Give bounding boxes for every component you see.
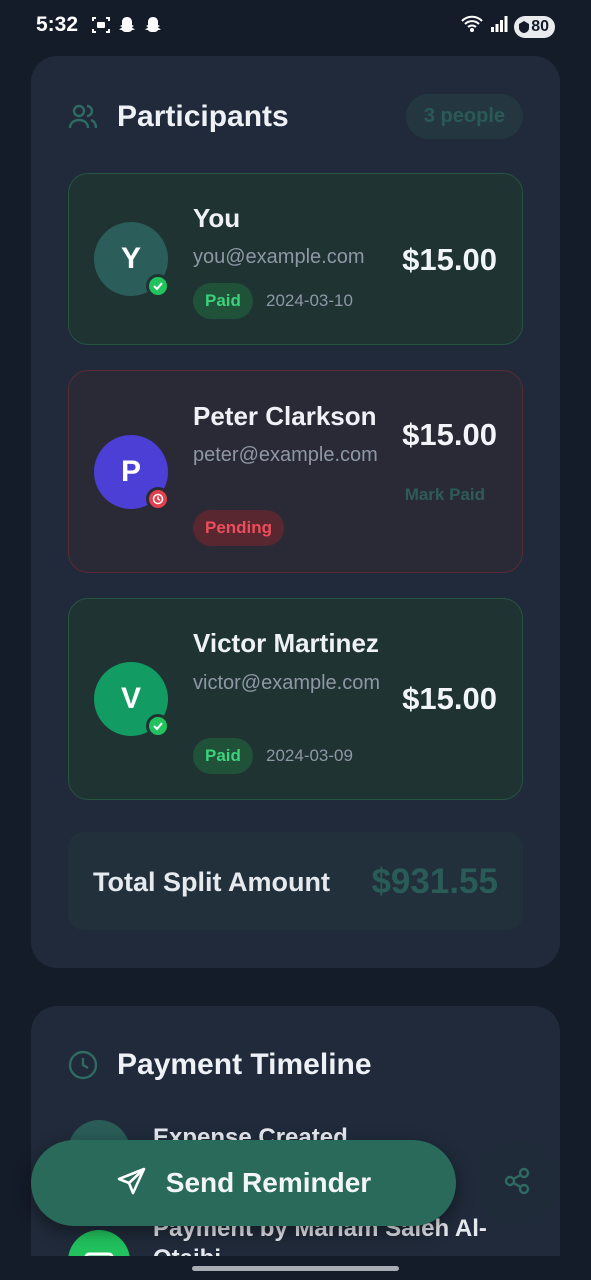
total-split-value: $931.55 — [371, 862, 498, 901]
avatar-initial: P — [120, 455, 141, 488]
send-reminder-label: Send Reminder — [165, 1167, 372, 1198]
participant-card[interactable]: V Victor Martinez victor@example.com Pai… — [68, 598, 523, 800]
avatar: V — [94, 662, 170, 738]
participant-email: peter@example.com — [193, 444, 378, 466]
participants-card: Participants 3 people Y You you@example.… — [31, 56, 560, 968]
participant-amount: $15.00 — [402, 417, 497, 452]
clock-icon — [146, 487, 170, 511]
status-badge: Paid — [193, 283, 253, 319]
status-bar: 5:32 80 — [0, 0, 591, 52]
total-split-summary: Total Split Amount $931.55 — [68, 832, 523, 930]
mark-paid-button[interactable]: Mark Paid — [405, 485, 485, 505]
home-indicator[interactable] — [192, 1266, 399, 1271]
share-button[interactable] — [475, 1141, 559, 1225]
people-count-badge: 3 people — [405, 94, 523, 139]
participants-header: Participants — [67, 100, 289, 134]
status-badge: Paid — [193, 738, 253, 774]
timeline-header: Payment Timeline — [67, 1048, 372, 1082]
participant-card[interactable]: Y You you@example.com Paid 2024-03-10 $1… — [68, 173, 523, 345]
total-split-label: Total Split Amount — [93, 867, 330, 897]
signal-icon — [490, 15, 508, 38]
timeline-title: Payment Timeline — [117, 1048, 372, 1081]
participant-amount: $15.00 — [402, 681, 497, 716]
send-reminder-button[interactable]: Send Reminder — [31, 1140, 456, 1226]
participant-card[interactable]: P Peter Clarkson peter@example.com Pendi… — [68, 370, 523, 573]
clock-icon — [67, 1049, 99, 1081]
battery-icon: 80 — [514, 15, 555, 38]
battery-level: 80 — [531, 17, 549, 35]
status-time: 5:32 — [36, 13, 79, 36]
snapchat-icon — [116, 14, 138, 36]
check-icon — [146, 274, 170, 298]
participant-email: victor@example.com — [193, 672, 381, 694]
participant-amount: $15.00 — [402, 242, 497, 277]
avatar: Y — [94, 222, 170, 298]
paid-date: 2024-03-10 — [266, 291, 353, 310]
avatar-initial: Y — [120, 242, 141, 275]
participant-name: Victor Martinez — [193, 628, 379, 658]
paid-date: 2024-03-09 — [266, 746, 353, 765]
status-notification-icons — [90, 14, 164, 36]
avatar-initial: V — [120, 682, 141, 715]
status-badge: Pending — [193, 510, 285, 546]
check-icon — [146, 714, 170, 738]
screenshot-icon — [90, 14, 112, 36]
users-icon — [67, 101, 99, 133]
participants-title: Participants — [117, 100, 289, 133]
send-icon — [116, 1165, 148, 1202]
participant-email: you@example.com — [193, 246, 365, 268]
avatar: P — [94, 435, 170, 511]
share-icon — [502, 1166, 532, 1201]
participant-name: Peter Clarkson — [193, 401, 377, 431]
participant-name: You — [193, 203, 241, 233]
status-system-icons: 80 — [460, 14, 555, 39]
wifi-icon — [460, 14, 484, 39]
snapchat-icon — [142, 14, 164, 36]
